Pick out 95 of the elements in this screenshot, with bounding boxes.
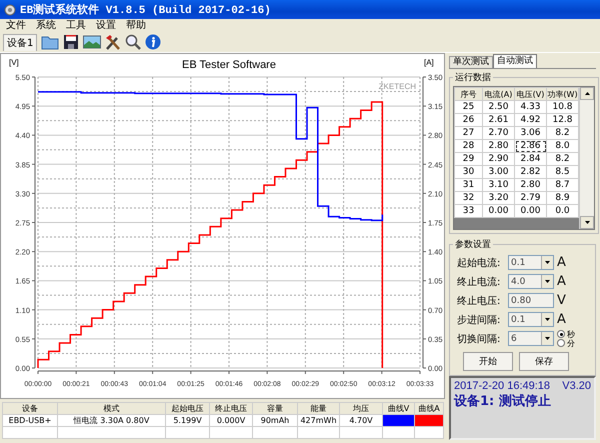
- axis-unit-label: [V]: [9, 58, 19, 67]
- column-header: 电流(A): [482, 88, 514, 100]
- caret-icon: [545, 337, 550, 340]
- menu-item[interactable]: 文件: [6, 19, 26, 32]
- radio-button[interactable]: [557, 339, 565, 347]
- table-cell: 3.00: [482, 166, 514, 178]
- menu-item[interactable]: 工具: [66, 19, 86, 32]
- column-header: 终止电压: [210, 402, 252, 414]
- dropdown[interactable]: 4.0: [508, 274, 554, 289]
- caret-icon: [545, 261, 550, 264]
- unit-label: A: [557, 255, 566, 270]
- field-label: 终止电压:: [457, 294, 502, 308]
- menu-item[interactable]: 帮助: [126, 19, 146, 32]
- tab[interactable]: 单次测试: [449, 56, 493, 68]
- axis-unit-label: [A]: [424, 58, 434, 67]
- dropdown[interactable]: 0.1: [508, 312, 554, 327]
- action-button[interactable]: 保存: [519, 352, 569, 371]
- table-cell: 4.92: [514, 114, 546, 126]
- table-cell: 4.33: [514, 100, 546, 114]
- radio-label: 秒: [567, 330, 575, 338]
- table-cell: 2.80: [482, 140, 514, 152]
- table-cell: 2.61: [482, 114, 514, 126]
- table-cell: 5.199V: [166, 414, 210, 426]
- table-cell: 2.82: [514, 166, 546, 178]
- unit-label: A: [557, 312, 566, 327]
- window-title: EB测试系统软件 V1.8.5 (Build 2017-02-16): [20, 2, 271, 17]
- table-cell: 2.70: [482, 126, 514, 140]
- table-cell: 4.70V: [340, 414, 382, 426]
- column-header: 曲线V: [382, 402, 414, 414]
- column-header: 曲线A: [414, 402, 444, 414]
- column-header: 容量: [252, 402, 298, 414]
- folder-icon[interactable]: [41, 34, 60, 50]
- table-cell: 2.80: [514, 178, 546, 192]
- column-header: 均压: [340, 402, 382, 414]
- unit-label: V: [557, 293, 566, 308]
- picture-icon[interactable]: [83, 34, 102, 50]
- scroll-up-icon[interactable]: [584, 92, 590, 95]
- field-label: 终止电流:: [457, 276, 502, 288]
- column-header: 电压(V): [514, 88, 546, 100]
- table-cell: 29: [454, 152, 482, 166]
- menu-item[interactable]: 设置: [96, 19, 116, 32]
- table-cell: 427mWh: [298, 414, 340, 426]
- scrollbar[interactable]: [579, 87, 594, 229]
- table-cell: 2.50: [482, 100, 514, 114]
- table-cell: EBD-USB+: [2, 414, 58, 426]
- group-title: 运行数据: [454, 72, 492, 84]
- unit-label: A: [557, 274, 566, 289]
- table-cell: 3.06: [514, 126, 546, 140]
- table-cell: 26: [454, 114, 482, 126]
- table-cell: 28: [454, 140, 482, 152]
- table-cell: 3.20: [482, 192, 514, 204]
- menu-item[interactable]: 系统: [36, 19, 56, 32]
- table-cell: 31: [454, 178, 482, 192]
- table-cell: 恒电流 3.30A 0.80V: [58, 414, 166, 426]
- chart-watermark-text: ZKETECH: [378, 82, 416, 91]
- scroll-down-icon[interactable]: [584, 221, 590, 224]
- status-message: 设备1: 测试停止: [454, 393, 552, 410]
- column-header: 序号: [454, 88, 482, 100]
- group-title: 参数设置: [454, 238, 492, 251]
- action-button[interactable]: 开始: [463, 352, 513, 371]
- chart-title: EB Tester Software: [182, 59, 276, 71]
- device-tab[interactable]: 设备1: [3, 34, 38, 50]
- column-header: 功率(W): [546, 88, 578, 100]
- radio-button[interactable]: [557, 330, 565, 338]
- table-cell: 30: [454, 166, 482, 178]
- caret-icon: [545, 280, 550, 283]
- column-header: 起始电压: [166, 402, 210, 414]
- field-label: 切换间隔:: [457, 332, 502, 346]
- version-label: V3.20: [562, 380, 591, 392]
- table-cell: 2.79: [514, 192, 546, 204]
- table-cell: 32: [454, 192, 482, 204]
- tools-icon[interactable]: [105, 34, 122, 50]
- tab[interactable]: 自动测试: [493, 54, 537, 68]
- table-cell: 27: [454, 126, 482, 140]
- column-header: 设备: [2, 402, 58, 414]
- table-cell: 2.84: [514, 152, 546, 166]
- input-field[interactable]: 0.80: [508, 293, 554, 308]
- field-label: 起始电流:: [457, 256, 502, 270]
- caret-icon: [545, 318, 550, 321]
- radio-label: 分: [567, 338, 575, 348]
- table-cell: 0.000V: [210, 414, 252, 426]
- table-cell: 2.90: [482, 152, 514, 166]
- column-header: 能量: [298, 402, 340, 414]
- table-cell: 25: [454, 100, 482, 114]
- table-cell: 3.10: [482, 178, 514, 192]
- app-icon: [4, 4, 16, 16]
- save-icon[interactable]: [63, 34, 80, 50]
- search-icon[interactable]: [125, 34, 142, 50]
- dropdown[interactable]: 0.1: [508, 255, 554, 270]
- dropdown[interactable]: 6: [508, 331, 554, 346]
- info-icon[interactable]: [145, 34, 162, 50]
- status-datetime: 2017-2-20 16:49:18: [454, 380, 550, 392]
- field-label: 步进间隔:: [457, 314, 502, 326]
- table-cell: 90mAh: [252, 414, 298, 426]
- column-header: 模式: [58, 402, 166, 414]
